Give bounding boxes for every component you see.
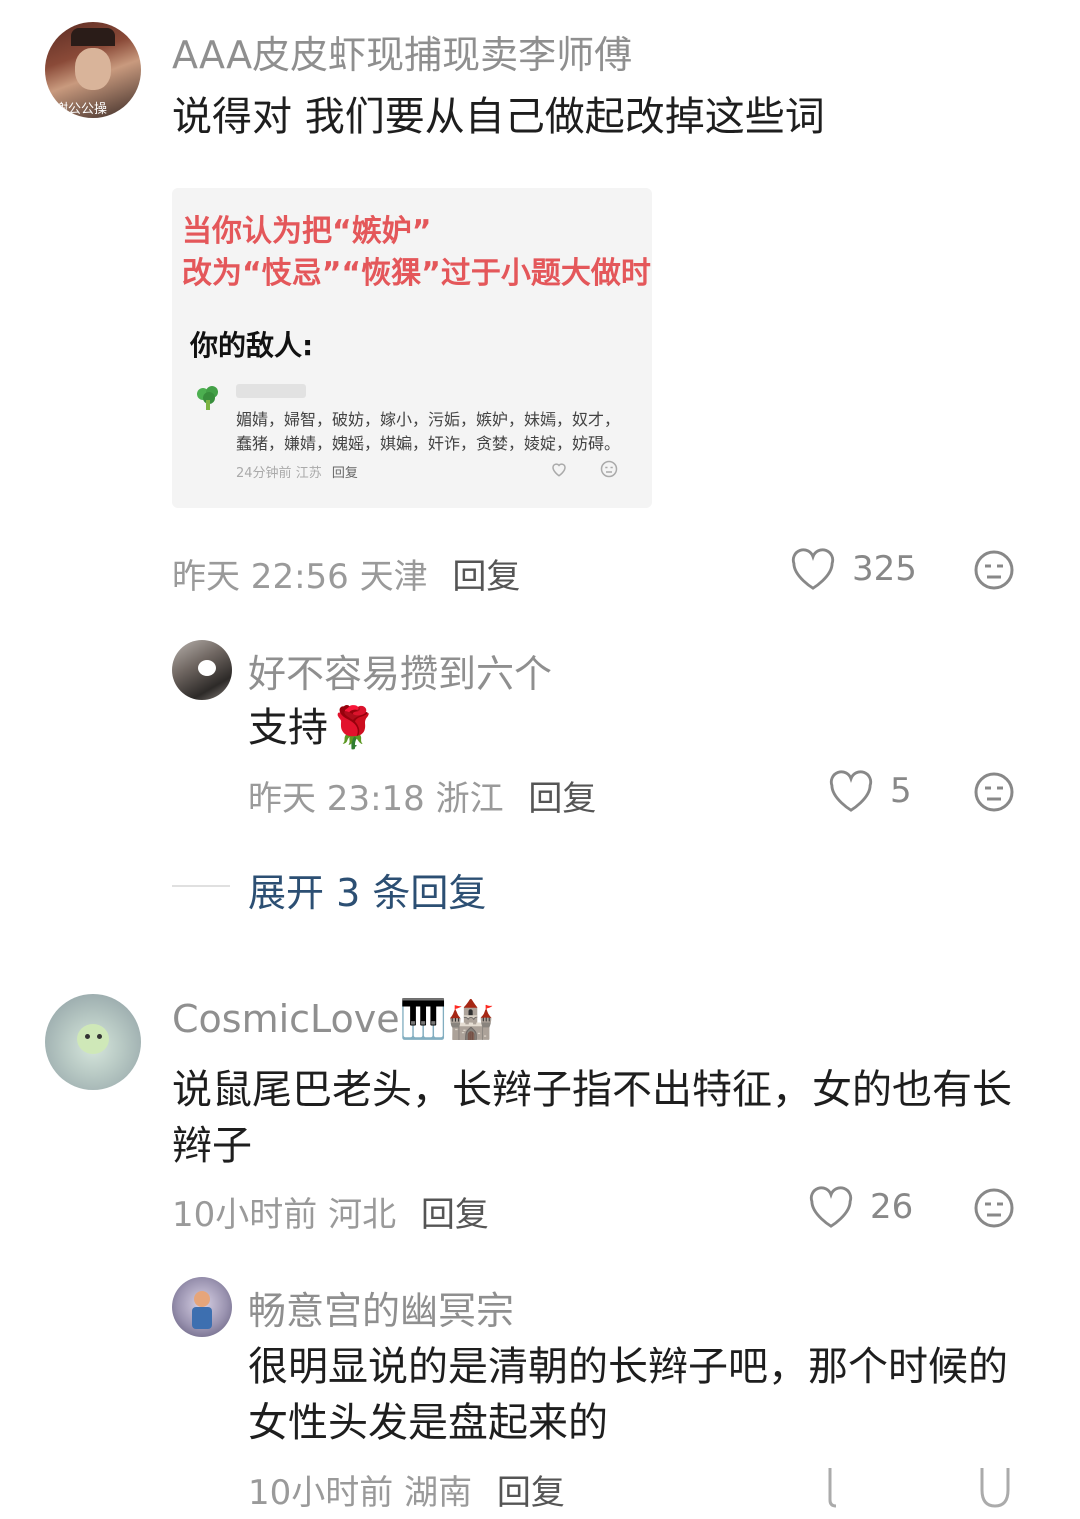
image-words-line1: 媚婧，婦智，破妨，嫁小，污姤，嫉妒，妹嫣，奴才，: [236, 410, 621, 429]
reply-avatar[interactable]: [172, 1277, 232, 1337]
reply-location: 浙江: [435, 779, 504, 819]
dislike-icon[interactable]: [978, 1464, 1012, 1508]
dislike-icon[interactable]: [973, 771, 1015, 813]
like-count: 325: [852, 549, 917, 589]
like-icon[interactable]: [828, 770, 874, 814]
like-count: 5: [890, 771, 912, 811]
avatar[interactable]: 谢公公操: [45, 22, 141, 118]
expand-replies-button[interactable]: 展开 3 条回复: [248, 862, 486, 917]
avatar-caption: 谢公公操: [55, 102, 108, 117]
comment-text: 说得对 我们要从自己做起改掉这些词: [172, 94, 825, 140]
expand-divider: [172, 885, 230, 887]
like-count: 26: [870, 1187, 914, 1227]
reply-text: 支持🌹: [248, 705, 378, 751]
dislike-icon[interactable]: [973, 549, 1015, 591]
broccoli-icon: [194, 384, 222, 412]
avatar[interactable]: [45, 994, 141, 1090]
reply-button[interactable]: 回复: [421, 1195, 489, 1235]
comment-username[interactable]: CosmicLove🎹🏰: [172, 997, 494, 1042]
comment-location: 河北: [328, 1195, 397, 1235]
comment-time: 10小时前: [172, 1195, 318, 1235]
comment-username[interactable]: AAA皮皮虾现捕现卖李师傅: [172, 24, 632, 79]
reply-username[interactable]: 畅意宫的幽冥宗: [248, 1280, 514, 1335]
comment-time: 昨天 22:56: [172, 557, 349, 597]
comment-location: 天津: [359, 557, 428, 597]
like-icon[interactable]: [826, 1464, 840, 1508]
reply-location: 湖南: [404, 1473, 473, 1513]
meh-face-icon: [600, 460, 618, 482]
comment-meta: 10小时前 河北 回复: [172, 1187, 489, 1236]
image-headline-line2: 改为“忮忌”“恢猓”过于小题大做时: [182, 256, 651, 291]
reply-time: 昨天 23:18: [248, 779, 425, 819]
like-icon[interactable]: [790, 548, 836, 592]
reply-meta: 10小时前 湖南 回复: [248, 1465, 565, 1514]
comment-text: 说鼠尾巴老头，长辫子指不出特征，女的也有长辫子: [172, 1067, 1012, 1169]
dislike-icon[interactable]: [973, 1187, 1015, 1229]
reply-text: 很明显说的是清朝的长辫子吧，那个时候的女性头发是盘起来的: [248, 1344, 1008, 1446]
image-meta: 24分钟前 江苏 回复: [236, 466, 358, 481]
reply-button[interactable]: 回复: [497, 1473, 565, 1513]
reply-username[interactable]: 好不容易攒到六个: [248, 643, 552, 698]
reply-meta: 昨天 23:18 浙江 回复: [248, 771, 596, 820]
like-icon[interactable]: [808, 1186, 854, 1230]
reply-button[interactable]: 回复: [452, 557, 520, 597]
comment-meta: 昨天 22:56 天津 回复: [172, 549, 520, 598]
image-words-line2: 蠢猪，嫌婧，媿媱，娸媥，奸诈，贪婪，婈婝，妨碍。: [236, 434, 621, 453]
blurred-username: [236, 384, 306, 398]
comment-image[interactable]: 当你认为把“嫉妒” 改为“忮忌”“恢猓”过于小题大做时 你的敌人: 媚婧，婦智，…: [172, 188, 652, 508]
image-headline-line1: 当你认为把“嫉妒”: [182, 214, 432, 249]
image-label: 你的敌人:: [190, 329, 314, 362]
heart-outline-icon: [550, 460, 568, 482]
reply-button[interactable]: 回复: [528, 779, 596, 819]
reply-time: 10小时前: [248, 1473, 394, 1513]
reply-avatar[interactable]: [172, 640, 232, 700]
